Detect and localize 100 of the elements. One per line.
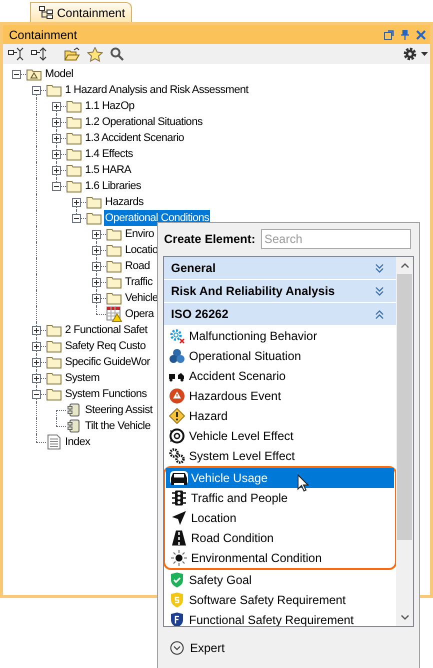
expand-toggle-icon[interactable] [92,278,101,287]
tree-item[interactable]: Traffic [124,274,154,290]
block-icon [66,419,82,433]
element-list-item[interactable]: Hazard [164,406,396,426]
folder-icon [106,259,122,273]
star-icon[interactable] [87,46,103,62]
table-warning-icon [106,306,122,322]
collapse-toggle-icon[interactable] [32,390,41,399]
sun-icon [171,550,187,566]
tree-item[interactable]: Steering Assist [84,402,154,418]
tree-item[interactable]: 1 Hazard Analysis and Risk Assessment [64,82,250,98]
tree-item[interactable]: 1.4 Effects [84,146,134,162]
expand-toggle-icon[interactable] [92,262,101,271]
expand-toggle-icon[interactable] [52,134,61,143]
category-header[interactable]: Risk And Reliability Analysis [164,280,396,303]
element-list-item[interactable]: Accident Scenario [164,366,396,386]
settings-icon[interactable] [403,47,417,61]
tree-item[interactable]: Specific GuideWor [64,354,151,370]
collapse-toggle-icon[interactable] [32,86,41,95]
circles-icon [169,348,185,364]
expand-toggle-icon[interactable] [52,118,61,127]
element-list-item[interactable]: Environmental Condition [166,548,394,568]
gear-icon [169,328,185,344]
element-list-item[interactable]: Vehicle Level Effect [164,426,396,446]
expand-toggle-icon[interactable] [72,198,81,207]
element-list-item[interactable]: Vehicle Usage [166,468,394,488]
scrollbar-thumb[interactable] [397,274,412,540]
tree-structure-icon [39,6,53,19]
tree-item[interactable]: System Functions [64,386,148,402]
expand-toggle-icon[interactable] [32,342,41,351]
search-field[interactable]: Search [261,229,412,249]
scroll-up-icon[interactable] [400,263,408,268]
element-list-item[interactable]: Operational Situation [164,346,396,366]
block-icon [66,403,82,417]
element-list-item[interactable]: System Level Effect [164,446,396,466]
pin-icon[interactable] [400,30,410,40]
dropdown-caret-icon[interactable] [421,52,428,56]
expand-chevrons-icon [375,264,384,272]
tree-item[interactable]: Model [44,66,74,82]
expand-toggle-icon[interactable] [92,246,101,255]
warning-circle-icon [169,388,185,404]
close-icon[interactable] [416,30,426,40]
element-list-item[interactable]: Location [166,508,394,528]
tree-item[interactable]: Safety Req Custo [64,338,147,354]
expand-toggle-icon[interactable] [92,230,101,239]
collapse-toggle-icon[interactable] [12,70,21,79]
expand-toggle-icon[interactable] [52,166,61,175]
collapse-toggle-icon[interactable] [72,214,81,223]
warning-diamond-icon [169,408,185,424]
containment-tab[interactable]: Containment [30,2,132,22]
element-list-item[interactable]: Road Condition [166,528,394,548]
folder-icon [86,195,102,209]
restore-icon[interactable] [384,30,394,40]
tree-item[interactable]: Vehicle [124,290,160,306]
open-folder-icon[interactable] [64,47,80,61]
shield-icon [170,592,184,608]
tree-item[interactable]: Locatio [124,242,160,258]
search-icon[interactable] [110,47,124,61]
category-header[interactable]: General [164,257,396,280]
tree-item[interactable]: 1.1 HazOp [84,98,136,114]
folder-icon [46,387,62,401]
element-list-item[interactable]: Safety Goal [164,570,396,590]
document-icon [46,434,62,450]
expand-toggle-icon[interactable] [32,374,41,383]
scrollbar[interactable] [396,257,413,626]
expand-toggle-icon[interactable] [52,150,61,159]
tree-item[interactable]: Opera [124,306,155,322]
expand-all-icon[interactable] [31,47,47,61]
tree-item[interactable]: System [64,370,101,386]
navigation-arrow-icon [171,510,187,526]
element-list-item[interactable]: Software Safety Requirement [164,590,396,610]
folder-icon [66,147,82,161]
expand-toggle-icon[interactable] [32,326,41,335]
expand-toggle-icon[interactable] [92,294,101,303]
category-header[interactable]: ISO 26262 [164,303,396,326]
tree-item[interactable]: 1.6 Libraries [84,178,142,194]
tree-item[interactable]: 1.2 Operational Situations [84,114,204,130]
tree-item[interactable]: Index [64,434,92,450]
folder-icon [106,291,122,305]
tree-item[interactable]: Enviro [124,226,156,242]
element-list-item[interactable]: Hazardous Event [164,386,396,406]
folder-icon [46,355,62,369]
folder-icon [66,115,82,129]
shield-check-icon [170,572,184,588]
collapse-toggle-icon[interactable] [52,182,61,191]
element-list-item[interactable]: Malfunctioning Behavior [164,326,396,346]
expert-button[interactable]: Expert [170,639,225,657]
tree-item[interactable]: 1.3 Accident Scenario [84,130,186,146]
tree-item[interactable]: 2 Functional Safet [64,322,148,338]
tree-item[interactable]: Road [124,258,151,274]
tree-item[interactable]: 1.5 HARA [84,162,132,178]
scroll-down-icon[interactable] [400,615,408,620]
expand-toggle-icon[interactable] [52,102,61,111]
folder-icon [106,243,122,257]
expand-toggle-icon[interactable] [32,358,41,367]
tree-item[interactable]: Tilt the Vehicle [84,418,152,434]
collapse-all-icon[interactable] [8,47,24,61]
tree-item[interactable]: Hazards [104,194,145,210]
element-list-item[interactable]: Traffic and People [166,488,394,508]
folder-icon [106,275,122,289]
